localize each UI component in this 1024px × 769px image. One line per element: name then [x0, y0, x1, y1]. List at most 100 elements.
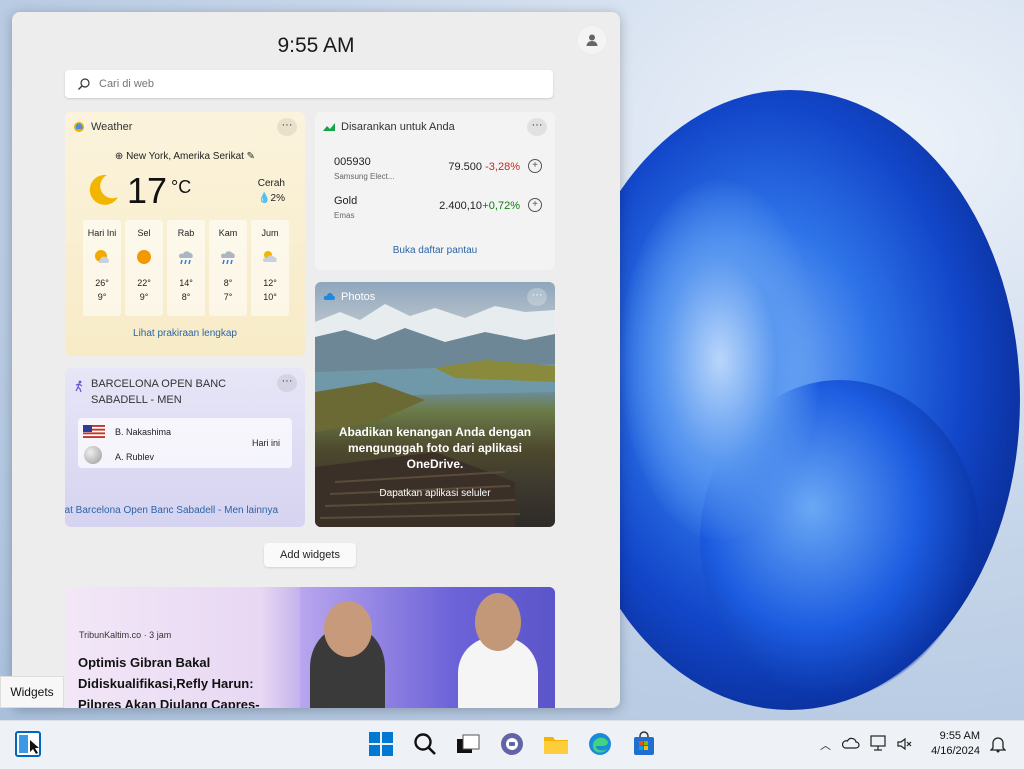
photos-message: Abadikan kenangan Anda dengan mengunggah… — [338, 425, 532, 471]
forecast-day[interactable]: Jum 12° 10° — [251, 220, 289, 316]
show-hidden-icons-button[interactable]: ︿ — [820, 737, 831, 753]
profile-button[interactable] — [578, 26, 606, 54]
tournament-title: BARCELONA OPEN BANC SABADELL - MEN — [91, 378, 227, 406]
news-card[interactable]: TribunKaltim.co · 3 jam Optimis Gibran B… — [65, 587, 555, 708]
condition-text: Cerah — [257, 178, 285, 189]
weather-widget[interactable]: Weather ··· ⊕ New York, Amerika Serikat … — [65, 112, 305, 356]
search-input[interactable] — [97, 77, 541, 91]
open-watchlist-link[interactable]: Buka daftar pantau — [315, 245, 555, 256]
news-headline[interactable]: Optimis Gibran Bakal Didiskualifikasi,Re… — [78, 652, 293, 708]
chat-icon — [501, 733, 523, 755]
forecast-day[interactable]: Rab 14° 8° — [167, 220, 205, 316]
day-high: 12° — [263, 278, 277, 288]
stock-row[interactable]: 005930 Samsung Elect... 79.500 -3,28% + — [334, 156, 542, 186]
day-high: 26° — [95, 278, 109, 288]
stocks-widget[interactable]: Disarankan untuk Anda ··· 005930 Samsung… — [315, 112, 555, 270]
precipitation-text: 2% — [270, 193, 285, 204]
file-explorer-button[interactable] — [543, 731, 569, 757]
add-widgets-button[interactable]: Add widgets — [264, 543, 356, 567]
widgets-taskbar-button[interactable] — [14, 730, 42, 758]
news-photo — [300, 587, 555, 708]
forecast-day[interactable]: Hari Ini 26° 9° — [83, 220, 121, 316]
forecast-day[interactable]: Sel 22° 9° — [125, 220, 163, 316]
weather-app-icon — [74, 122, 84, 132]
more-tournament-link[interactable]: hat Barcelona Open Banc Sabadell - Men l… — [65, 505, 278, 516]
sports-more-button[interactable]: ··· — [277, 374, 297, 392]
taskbar-clock[interactable]: 9:55 AM 4/16/2024 — [931, 729, 980, 759]
edge-button[interactable] — [587, 731, 613, 757]
start-button[interactable] — [368, 731, 394, 757]
news-source: TribunKaltim.co · 3 jam — [79, 630, 172, 640]
forecast-day[interactable]: Kam 8° 7° — [209, 220, 247, 316]
search-taskbar-button[interactable] — [412, 731, 438, 757]
edit-icon[interactable]: ✎ — [244, 151, 255, 162]
add-to-watchlist-icon[interactable]: + — [528, 198, 542, 212]
network-icon — [870, 735, 886, 751]
store-bag-icon — [634, 731, 654, 755]
money-chart-icon — [323, 123, 335, 131]
windows-logo-icon — [369, 732, 393, 756]
taskbar: ︿ 9:55 AM 4/16/2024 — [0, 720, 1024, 769]
web-search-box[interactable] — [65, 70, 553, 98]
widgets-panel: 9:55 AM Weather ··· ⊕ New York, Amerika … — [12, 12, 620, 708]
match-time: Hari ini — [251, 438, 280, 448]
day-high: 22° — [137, 278, 151, 288]
day-name: Kam — [218, 228, 238, 238]
day-name: Sel — [137, 228, 151, 238]
stock-name: Emas — [334, 211, 355, 220]
stocks-more-button[interactable]: ··· — [527, 118, 547, 136]
moon-icon — [89, 174, 118, 205]
panel-clock: 9:55 AM — [277, 34, 355, 57]
widgets-icon — [15, 731, 41, 757]
running-person-icon — [75, 380, 83, 392]
task-view-button[interactable] — [455, 731, 481, 757]
widgets-tooltip: Widgets — [0, 676, 64, 708]
us-flag-icon — [83, 425, 105, 438]
search-icon — [414, 733, 436, 755]
network-tray-button[interactable] — [870, 735, 888, 754]
weather-condition: Cerah 💧2% — [258, 176, 285, 206]
volume-tray-button[interactable] — [896, 736, 914, 755]
photos-title: Photos — [341, 291, 376, 303]
day-high: 8° — [223, 278, 233, 288]
photos-more-button[interactable]: ··· — [527, 288, 547, 306]
day-name: Jum — [261, 228, 279, 238]
taskbar-date: 4/16/2024 — [931, 745, 980, 757]
task-view-icon — [457, 734, 480, 753]
player-one: B. Nakashima — [115, 427, 172, 437]
day-low: 10° — [263, 292, 277, 302]
tennis-ball-icon — [84, 446, 102, 464]
full-forecast-link[interactable]: Lihat prakiraan lengkap — [65, 328, 305, 339]
weather-title: Weather — [91, 121, 133, 133]
sports-widget[interactable]: BARCELONA OPEN BANC SABADELL - MEN ··· B… — [65, 368, 305, 527]
store-button[interactable] — [631, 731, 657, 757]
user-icon — [586, 34, 598, 46]
volume-muted-icon — [897, 737, 912, 751]
weather-location[interactable]: ⊕ New York, Amerika Serikat ✎ — [65, 151, 305, 162]
add-to-watchlist-icon[interactable]: + — [528, 159, 542, 173]
stock-symbol: Gold — [334, 195, 358, 207]
onedrive-cloud-icon — [323, 293, 335, 300]
temperature-unit[interactable]: °C — [171, 177, 191, 198]
teams-chat-button[interactable] — [499, 731, 525, 757]
forecast-days: Hari Ini 26° 9° Sel 22° 9° Rab 14° 8° Ka… — [83, 220, 289, 316]
rain-icon — [179, 251, 193, 265]
notifications-button[interactable] — [989, 735, 1007, 756]
location-icon: ⊕ — [114, 151, 127, 162]
taskbar-time: 9:55 AM — [939, 730, 980, 742]
onedrive-tray-button[interactable] — [841, 736, 860, 753]
day-name: Rab — [177, 228, 195, 238]
match-card[interactable]: B. Nakashima A. Rublev Hari ini — [78, 418, 292, 468]
chevron-up-icon: ︿ — [820, 740, 831, 752]
stock-price: 2.400,10 — [439, 200, 482, 212]
stock-change: -3,28% — [485, 161, 520, 173]
get-mobile-app-link[interactable]: Dapatkan aplikasi seluler — [315, 488, 555, 499]
edge-browser-icon — [589, 733, 611, 755]
weather-more-button[interactable]: ··· — [277, 118, 297, 136]
photos-widget[interactable]: Photos ··· Abadikan kenangan Anda dengan… — [315, 282, 555, 527]
stock-row[interactable]: Gold Emas 2.400,10 +0,72% + — [334, 195, 542, 225]
cloud-icon — [841, 737, 860, 749]
day-name: Hari Ini — [87, 228, 117, 238]
stock-symbol: 005930 — [334, 156, 371, 168]
sunny-icon — [137, 250, 151, 264]
